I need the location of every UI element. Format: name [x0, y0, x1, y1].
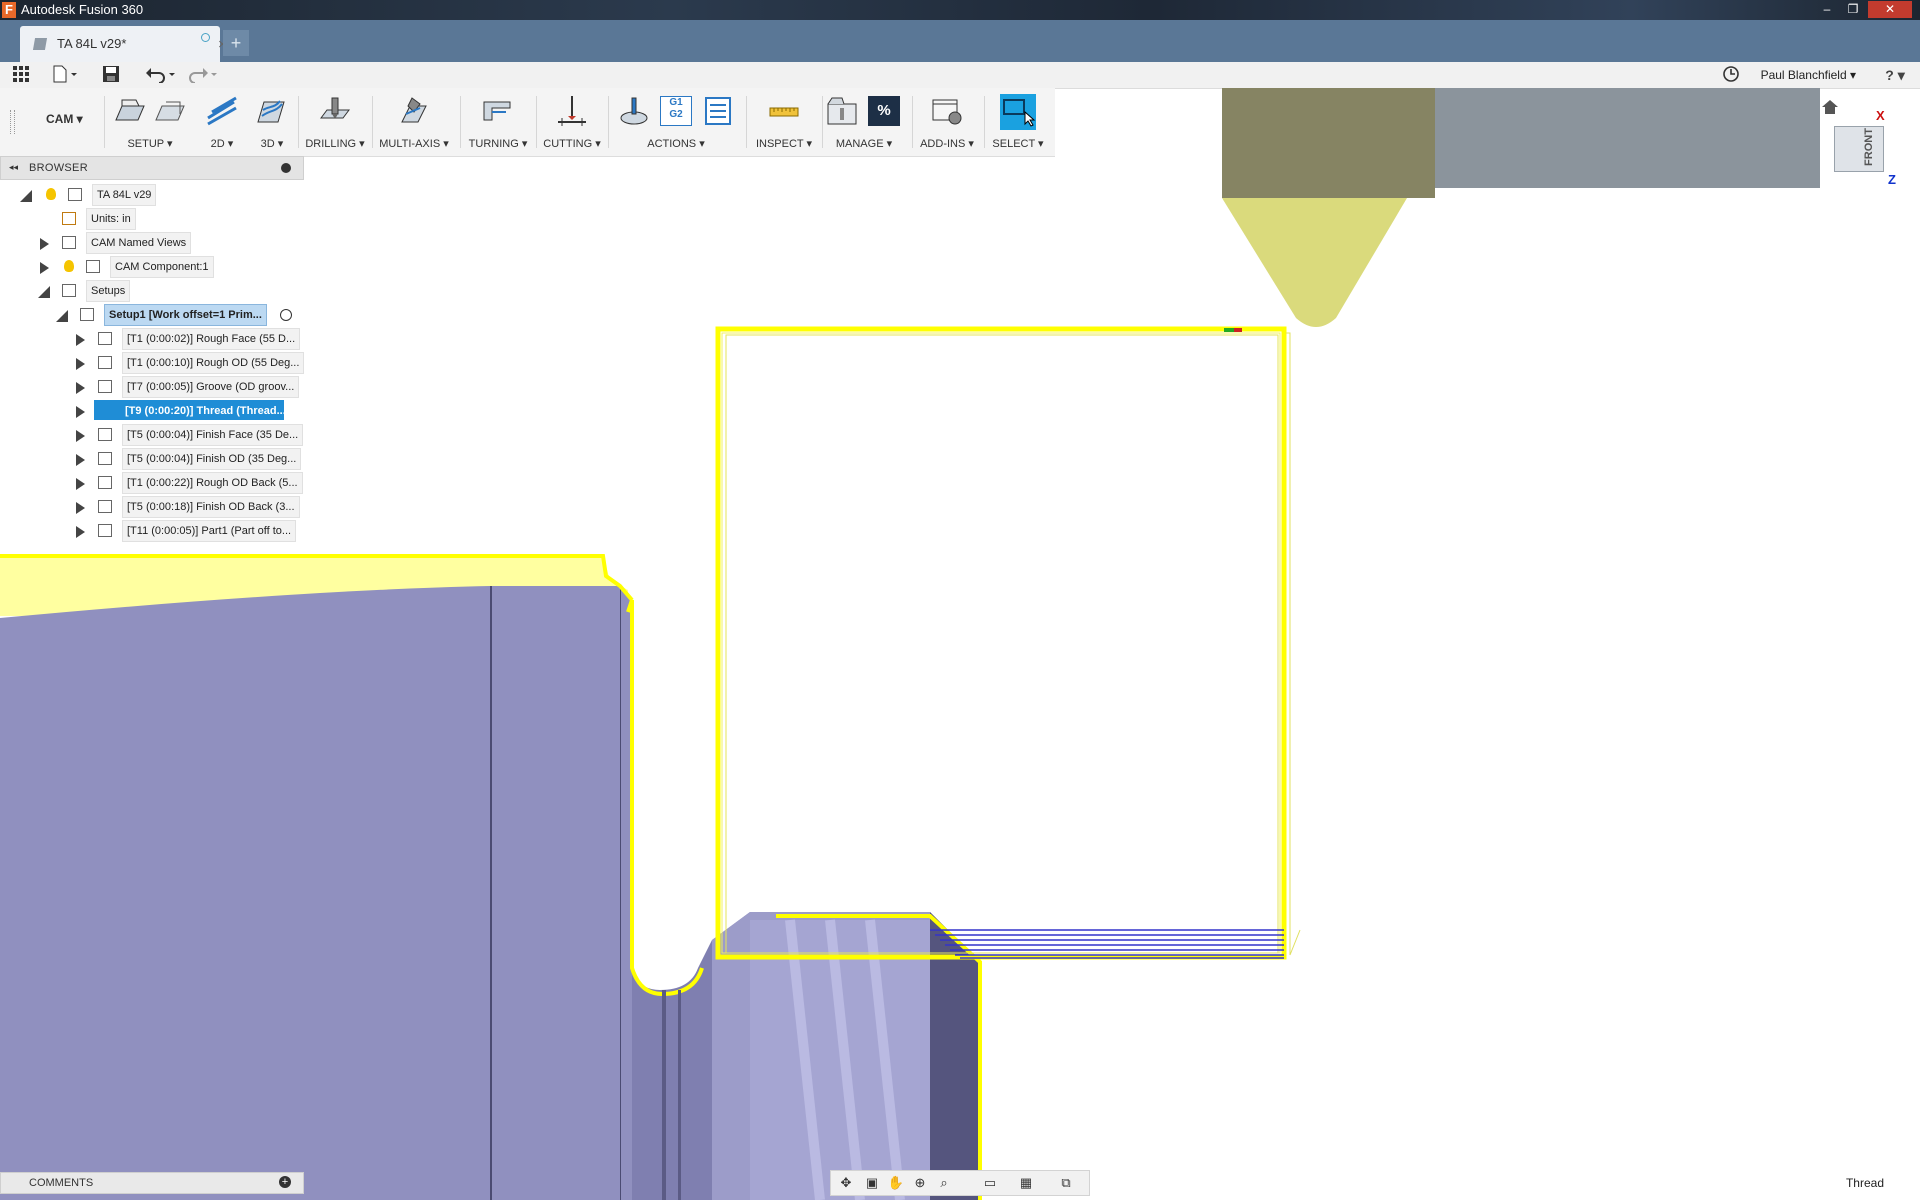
named-views-label: CAM Named Views: [86, 232, 192, 254]
grid-settings-icon[interactable]: ▦: [1017, 1175, 1035, 1191]
part-body: [0, 586, 632, 1200]
pan-icon[interactable]: ✋: [887, 1175, 905, 1191]
axis-z-label: Z: [1888, 172, 1896, 187]
expand-arrow-icon[interactable]: [76, 454, 85, 466]
tree-setup1-node[interactable]: Setup1 [Work offset=1 Prim...: [0, 304, 304, 326]
browser-title: BROWSER: [29, 162, 88, 174]
profile-operation-icon: [98, 500, 112, 513]
expand-arrow-icon[interactable]: [38, 286, 50, 298]
fit-icon[interactable]: ⌕: [935, 1175, 953, 1191]
profile-operation-icon: [98, 476, 112, 489]
groove-operation-icon: [98, 380, 112, 393]
tree-root-node[interactable]: TA 84L v29: [0, 184, 304, 206]
display-settings-icon[interactable]: ▭: [981, 1175, 999, 1191]
expand-arrow-icon[interactable]: [76, 406, 85, 418]
operation-label: [T1 (0:00:10)] Rough OD (55 Deg...: [122, 352, 305, 374]
look-at-icon[interactable]: ▣: [863, 1175, 881, 1191]
tree-units-node[interactable]: Units: in: [0, 208, 304, 230]
part-edge: [620, 586, 621, 1200]
operation-label: [T5 (0:00:18)] Finish OD Back (3...: [122, 496, 300, 518]
face-operation-icon: [98, 428, 112, 441]
operation-item[interactable]: [T1 (0:00:22)] Rough OD Back (5...: [0, 472, 304, 494]
expand-arrow-icon[interactable]: [76, 382, 85, 394]
units-icon: [62, 212, 76, 225]
operation-label: [T7 (0:00:05)] Groove (OD groov...: [122, 376, 300, 398]
visibility-bulb-icon[interactable]: [64, 260, 74, 272]
browser-panel: ◂◂ BROWSER TA 84L v29 Units: in CAM Name…: [0, 156, 305, 542]
operation-item[interactable]: [T1 (0:00:02)] Rough Face (55 D...: [0, 328, 304, 350]
expand-arrow-icon[interactable]: [76, 358, 85, 370]
browser-pin-icon[interactable]: [281, 163, 291, 173]
tree-component-node[interactable]: CAM Component:1: [0, 256, 304, 278]
document-icon: [68, 188, 82, 201]
folder-icon: [62, 236, 76, 249]
part-edge: [490, 586, 492, 1200]
expand-arrow-icon[interactable]: [56, 310, 68, 322]
component-icon: [86, 260, 100, 273]
operation-item[interactable]: [T5 (0:00:04)] Finish Face (35 De...: [0, 424, 304, 446]
operation-item[interactable]: [T1 (0:00:10)] Rough OD (55 Deg...: [0, 352, 305, 374]
tree-root-label: TA 84L v29: [92, 184, 157, 206]
tool-holder: [1222, 88, 1435, 198]
tree-setups-node[interactable]: Setups: [0, 280, 304, 302]
setup1-label: Setup1 [Work offset=1 Prim...: [104, 304, 267, 326]
view-cube[interactable]: X FRONT Z: [1820, 92, 1920, 202]
tool-holder-shadow: [1435, 88, 1820, 188]
profile-operation-icon: [98, 356, 112, 369]
setups-label: Setups: [86, 280, 131, 302]
expand-arrow-icon[interactable]: [76, 502, 85, 514]
orbit-icon[interactable]: ✥: [837, 1175, 855, 1191]
operation-item-selected[interactable]: [T9 (0:00:20)] Thread (Thread...: [0, 400, 304, 422]
browser-collapse-button[interactable]: ◂◂: [9, 162, 18, 173]
operation-label: [T11 (0:00:05)] Part1 (Part off to...: [122, 520, 297, 542]
zoom-icon[interactable]: ⊕: [911, 1175, 929, 1191]
expand-arrow-icon[interactable]: [40, 238, 49, 250]
groove-edge: [662, 990, 666, 1200]
operation-label: [T1 (0:00:02)] Rough Face (55 D...: [122, 328, 301, 350]
comments-title: COMMENTS: [29, 1177, 94, 1189]
active-operation-status: Thread: [1845, 1176, 1884, 1190]
add-comment-button[interactable]: +: [279, 1176, 291, 1188]
operation-label: [T5 (0:00:04)] Finish OD (35 Deg...: [122, 448, 302, 470]
operation-label: [T1 (0:00:22)] Rough OD Back (5...: [122, 472, 303, 494]
home-icon[interactable]: [1820, 98, 1840, 116]
view-cube-face-front[interactable]: FRONT: [1834, 126, 1884, 172]
navigation-bar: ✥ ▣ ✋ ⊕ ⌕ ▭ ▦ ⧉: [830, 1170, 1090, 1196]
tree-named-views-node[interactable]: CAM Named Views: [0, 232, 304, 254]
profile-operation-icon: [98, 452, 112, 465]
comments-panel[interactable]: COMMENTS +: [0, 1172, 304, 1194]
expand-arrow-icon[interactable]: [40, 262, 49, 274]
operation-label: [T9 (0:00:20)] Thread (Thread...: [94, 400, 286, 420]
units-label: Units: in: [86, 208, 136, 230]
setups-icon: [62, 284, 76, 297]
expand-arrow-icon[interactable]: [20, 190, 32, 202]
operation-item[interactable]: [T7 (0:00:05)] Groove (OD groov...: [0, 376, 304, 398]
expand-arrow-icon[interactable]: [76, 334, 85, 346]
viewports-icon[interactable]: ⧉: [1057, 1175, 1075, 1191]
groove-toolpath: [626, 599, 704, 997]
axis-x-label: X: [1876, 108, 1885, 123]
component-label: CAM Component:1: [110, 256, 214, 278]
expand-arrow-icon[interactable]: [76, 526, 85, 538]
groove-edge: [678, 990, 681, 1200]
thread-toolpath: [715, 326, 1301, 960]
turning-insert: [1222, 198, 1407, 327]
setup-icon: [80, 308, 94, 321]
active-setup-icon[interactable]: [280, 309, 292, 321]
browser-header: ◂◂ BROWSER: [0, 156, 304, 180]
face-operation-icon: [98, 332, 112, 345]
visibility-bulb-icon[interactable]: [46, 188, 56, 200]
expand-arrow-icon[interactable]: [76, 430, 85, 442]
part-off-operation-icon: [98, 524, 112, 537]
operation-item[interactable]: [T5 (0:00:18)] Finish OD Back (3...: [0, 496, 304, 518]
operation-item[interactable]: [T11 (0:00:05)] Part1 (Part off to...: [0, 520, 304, 542]
expand-arrow-icon[interactable]: [76, 478, 85, 490]
operation-label: [T5 (0:00:04)] Finish Face (35 De...: [122, 424, 304, 446]
operation-item[interactable]: [T5 (0:00:04)] Finish OD (35 Deg...: [0, 448, 304, 470]
